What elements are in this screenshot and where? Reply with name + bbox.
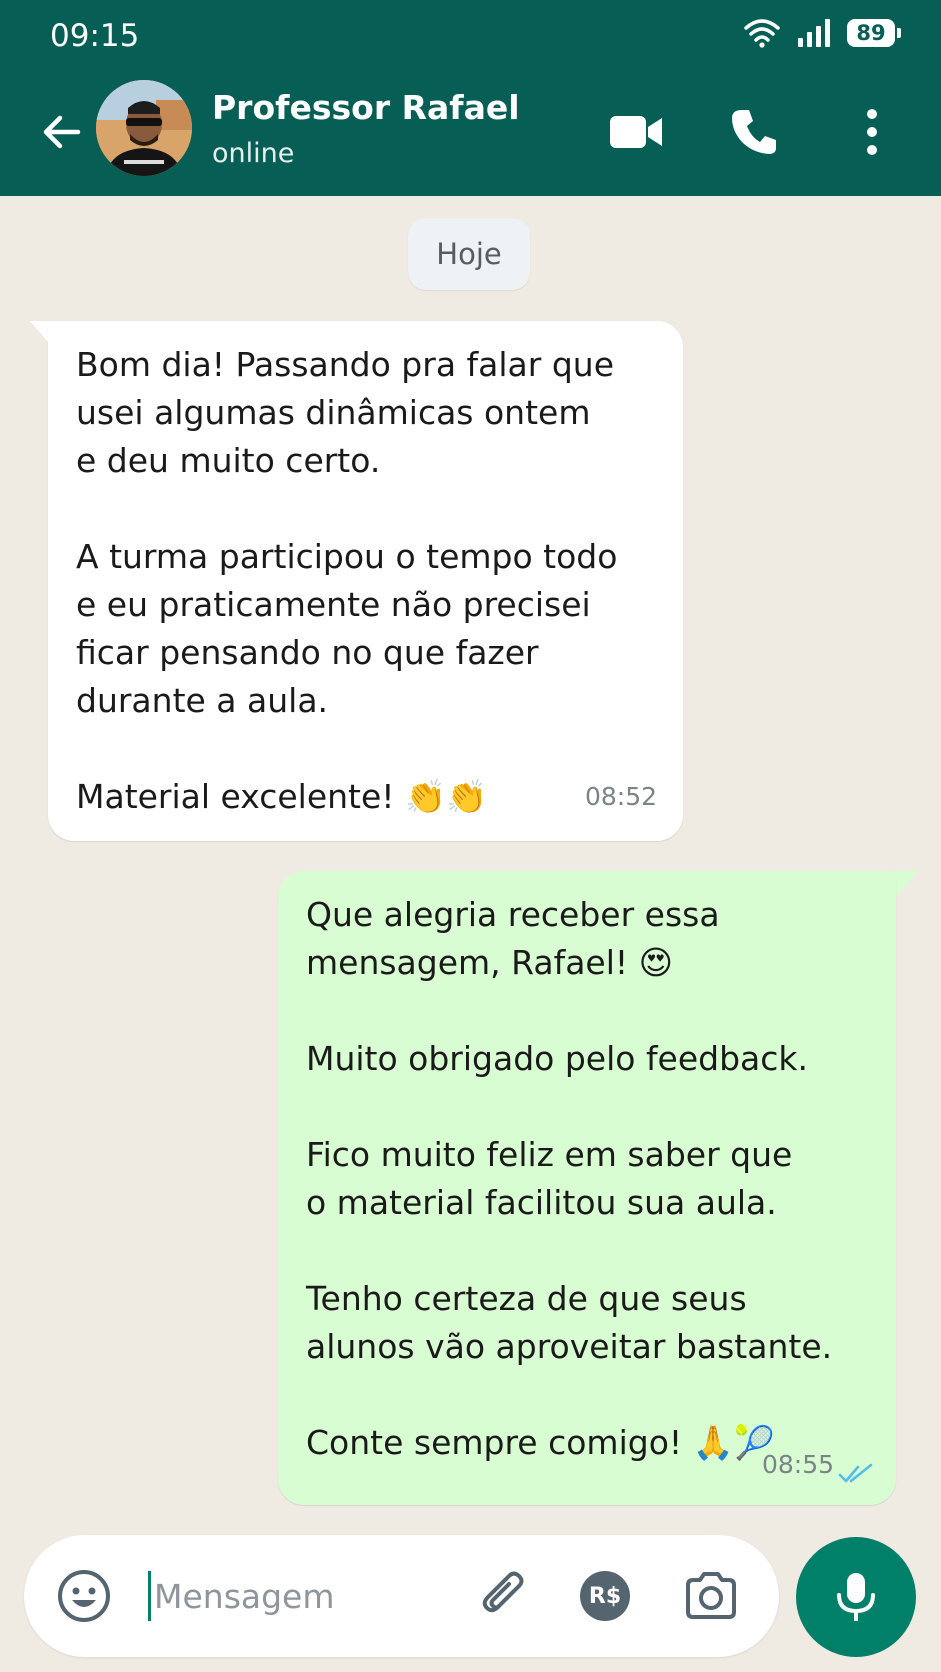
avatar-photo bbox=[96, 80, 192, 176]
video-call-icon bbox=[610, 116, 662, 148]
message-text: Que alegria receber essa mensagem, Rafae… bbox=[306, 895, 833, 1462]
contact-status: online bbox=[212, 138, 295, 169]
message-text: Bom dia! Passando pra falar que usei alg… bbox=[76, 345, 618, 816]
emoji-icon bbox=[58, 1570, 110, 1622]
incoming-message[interactable]: Bom dia! Passando pra falar que usei alg… bbox=[48, 321, 683, 841]
back-button[interactable] bbox=[38, 108, 86, 156]
status-time: 09:15 bbox=[50, 18, 140, 54]
read-receipt-icon bbox=[838, 1463, 873, 1483]
avatar[interactable] bbox=[96, 80, 192, 176]
back-arrow-icon bbox=[43, 115, 81, 149]
chat-header: Professor Rafael online bbox=[0, 78, 941, 196]
emoji-button[interactable] bbox=[56, 1568, 112, 1624]
outgoing-bubble-tail bbox=[894, 871, 918, 899]
outgoing-message[interactable]: Que alegria receber essa mensagem, Rafae… bbox=[278, 871, 896, 1505]
date-chip: Hoje bbox=[408, 218, 530, 290]
message-input[interactable] bbox=[152, 1567, 486, 1625]
payment-button[interactable]: R$ bbox=[580, 1571, 630, 1621]
message-composer: R$ bbox=[24, 1535, 779, 1657]
phone-icon bbox=[732, 110, 776, 154]
paperclip-icon bbox=[482, 1571, 524, 1613]
microphone-icon bbox=[837, 1573, 875, 1621]
voice-message-button[interactable] bbox=[796, 1537, 916, 1657]
message-time: 08:55 bbox=[761, 1450, 834, 1479]
chat-area[interactable]: Hoje Bom dia! Passando pra falar que use… bbox=[0, 196, 941, 1532]
signal-icon bbox=[798, 19, 830, 47]
status-icons: 89 bbox=[743, 18, 901, 48]
text-cursor bbox=[148, 1571, 151, 1621]
battery-icon: 89 bbox=[847, 19, 901, 47]
more-vertical-icon bbox=[867, 109, 877, 155]
wifi-icon bbox=[744, 19, 780, 48]
camera-button[interactable] bbox=[682, 1567, 740, 1625]
message-time: 08:52 bbox=[584, 782, 657, 811]
status-bar: 09:15 89 bbox=[0, 0, 941, 78]
contact-name[interactable]: Professor Rafael bbox=[212, 88, 520, 127]
payment-icon: R$ bbox=[588, 1583, 622, 1609]
video-call-button[interactable] bbox=[606, 104, 666, 160]
voice-call-button[interactable] bbox=[724, 104, 784, 160]
attach-button[interactable] bbox=[476, 1567, 534, 1625]
more-options-button[interactable] bbox=[842, 104, 902, 160]
camera-icon bbox=[686, 1572, 736, 1619]
